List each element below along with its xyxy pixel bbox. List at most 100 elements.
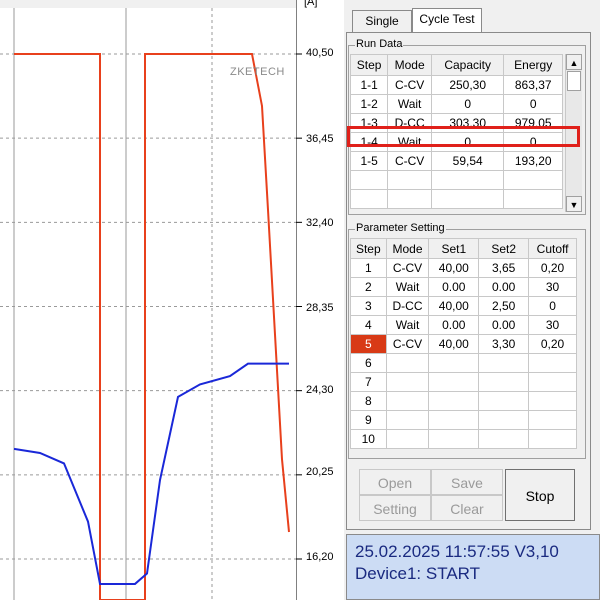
table-cell: 30 — [528, 315, 577, 335]
table-cell: 9 — [350, 410, 387, 430]
scroll-thumb[interactable] — [567, 71, 581, 91]
scroll-down-arrow-icon[interactable]: ▼ — [566, 196, 582, 212]
table-cell: 0.00 — [428, 315, 480, 335]
table-row[interactable]: 1-5 C-CV 59,54 193,20 — [349, 151, 563, 171]
status-panel: 25.02.2025 11:57:55 V3,10 Device1: START — [346, 534, 600, 600]
table-cell: 2,50 — [478, 296, 530, 316]
run-data-title: Run Data — [355, 38, 404, 50]
watermark: ZKETECH — [230, 66, 285, 78]
table-cell: 193,20 — [503, 151, 563, 171]
y-axis-unit: [A] — [304, 0, 318, 8]
y-tick-label: 20,25 — [306, 466, 334, 478]
table-cell: Wait — [387, 94, 432, 114]
table-cell: 2 — [350, 277, 387, 297]
table-cell: 0 — [503, 94, 563, 114]
table-row[interactable]: 7 — [350, 372, 577, 392]
y-tick-label: 36,45 — [306, 133, 334, 145]
table-header-row: Step Mode Set1 Set2 Cutoff — [350, 238, 577, 259]
table-row[interactable]: 8 — [350, 391, 577, 411]
table-cell: 30 — [528, 277, 577, 297]
column-header: Mode — [387, 54, 432, 76]
blue-series-line — [13, 362, 289, 585]
active-step-cell: 5 — [350, 334, 387, 354]
setting-button[interactable]: Setting — [359, 495, 431, 521]
table-cell: 3 — [350, 296, 387, 316]
column-header: Set2 — [478, 238, 530, 259]
y-tick-label: 40,50 — [306, 47, 334, 59]
stop-button[interactable]: Stop — [505, 469, 575, 521]
table-cell: 0,20 — [528, 334, 577, 354]
tab-cycle-test[interactable]: Cycle Test — [412, 8, 482, 34]
open-button[interactable]: Open — [359, 469, 431, 495]
table-row[interactable]: 1-2 Wait 0 0 — [349, 94, 563, 114]
table-cell: 1-5 — [349, 151, 389, 171]
table-cell: C-CV — [385, 258, 430, 278]
table-cell: 0.00 — [428, 277, 480, 297]
table-cell: 8 — [350, 391, 387, 411]
table-row[interactable]: 1-1 C-CV 250,30 863,37 — [349, 75, 563, 95]
table-cell: 3,65 — [478, 258, 530, 278]
table-row[interactable]: 6 — [350, 353, 577, 373]
table-cell: C-CV — [385, 334, 430, 354]
tab-single-test[interactable]: Single Test — [352, 10, 412, 49]
table-cell: 863,37 — [503, 75, 563, 95]
table-cell: 0 — [528, 296, 577, 316]
table-cell: Wait — [385, 315, 430, 335]
table-row[interactable]: 3 D-CC 40,00 2,50 0 — [350, 296, 577, 316]
table-cell: 1-2 — [349, 94, 389, 114]
table-cell: 0.00 — [478, 277, 530, 297]
table-cell: 7 — [350, 372, 387, 392]
y-axis — [296, 0, 344, 600]
cycle-test-panel: Run Data Step Mode Capacity Energy 1-1 C-… — [346, 32, 591, 530]
table-row[interactable]: 2 Wait 0.00 0.00 30 — [350, 277, 577, 297]
status-datetime-version: 25.02.2025 11:57:55 V3,10 — [355, 542, 559, 561]
table-row[interactable]: 4 Wait 0.00 0.00 30 — [350, 315, 577, 335]
table-cell: 1-1 — [349, 75, 389, 95]
column-header: Step — [349, 54, 389, 76]
control-panel: Single Test Cycle Test Run Data Step Mod… — [344, 0, 600, 600]
table-cell: 0 — [430, 94, 505, 114]
table-cell: 3,30 — [478, 334, 530, 354]
table-cell: 0,20 — [528, 258, 577, 278]
current-chart — [0, 8, 296, 600]
column-header: Step — [350, 238, 387, 259]
table-cell: 40,00 — [428, 296, 480, 316]
parameter-setting-title: Parameter Setting — [355, 222, 446, 234]
table-cell: 40,00 — [428, 334, 480, 354]
save-button[interactable]: Save — [431, 469, 503, 495]
table-cell: 250,30 — [430, 75, 505, 95]
parameter-table: Step Mode Set1 Set2 Cutoff 1 C-CV 40,00 3,6… — [350, 238, 577, 449]
red-series-line — [14, 53, 290, 600]
table-cell: 4 — [350, 315, 387, 335]
highlighted-row-box — [347, 126, 580, 147]
table-row[interactable]: 10 — [350, 429, 577, 449]
run-data-group: Run Data Step Mode Capacity Energy 1-1 C-… — [347, 38, 586, 215]
column-header: Set1 — [428, 238, 480, 259]
table-cell: D-CC — [385, 296, 430, 316]
scroll-up-arrow-icon[interactable]: ▲ — [566, 54, 582, 70]
table-row[interactable]: 9 — [350, 410, 577, 430]
table-row — [349, 189, 563, 209]
clear-button[interactable]: Clear — [431, 495, 503, 521]
column-header: Capacity — [430, 54, 505, 76]
status-device: Device1: START — [355, 564, 481, 583]
table-header-row: Step Mode Capacity Energy — [349, 54, 563, 76]
column-header: Mode — [385, 238, 430, 259]
table-row[interactable]: 5 C-CV 40,00 3,30 0,20 — [350, 334, 577, 354]
column-header: Cutoff — [528, 238, 577, 259]
table-cell: 1 — [350, 258, 387, 278]
y-tick-label: 28,35 — [306, 302, 334, 314]
column-header: Energy — [503, 54, 563, 76]
table-cell: C-CV — [387, 75, 432, 95]
table-cell: Wait — [385, 277, 430, 297]
y-tick-label: 16,20 — [306, 551, 334, 563]
table-cell: 0.00 — [478, 315, 530, 335]
table-row — [349, 170, 563, 190]
table-cell: 10 — [350, 429, 387, 449]
chart-plot-area: ZKETECH — [0, 8, 296, 600]
y-tick-label: 32,40 — [306, 217, 334, 229]
table-cell: 59,54 — [430, 151, 505, 171]
table-cell: 40,00 — [428, 258, 480, 278]
table-row[interactable]: 1 C-CV 40,00 3,65 0,20 — [350, 258, 577, 278]
y-tick-label: 24,30 — [306, 384, 334, 396]
